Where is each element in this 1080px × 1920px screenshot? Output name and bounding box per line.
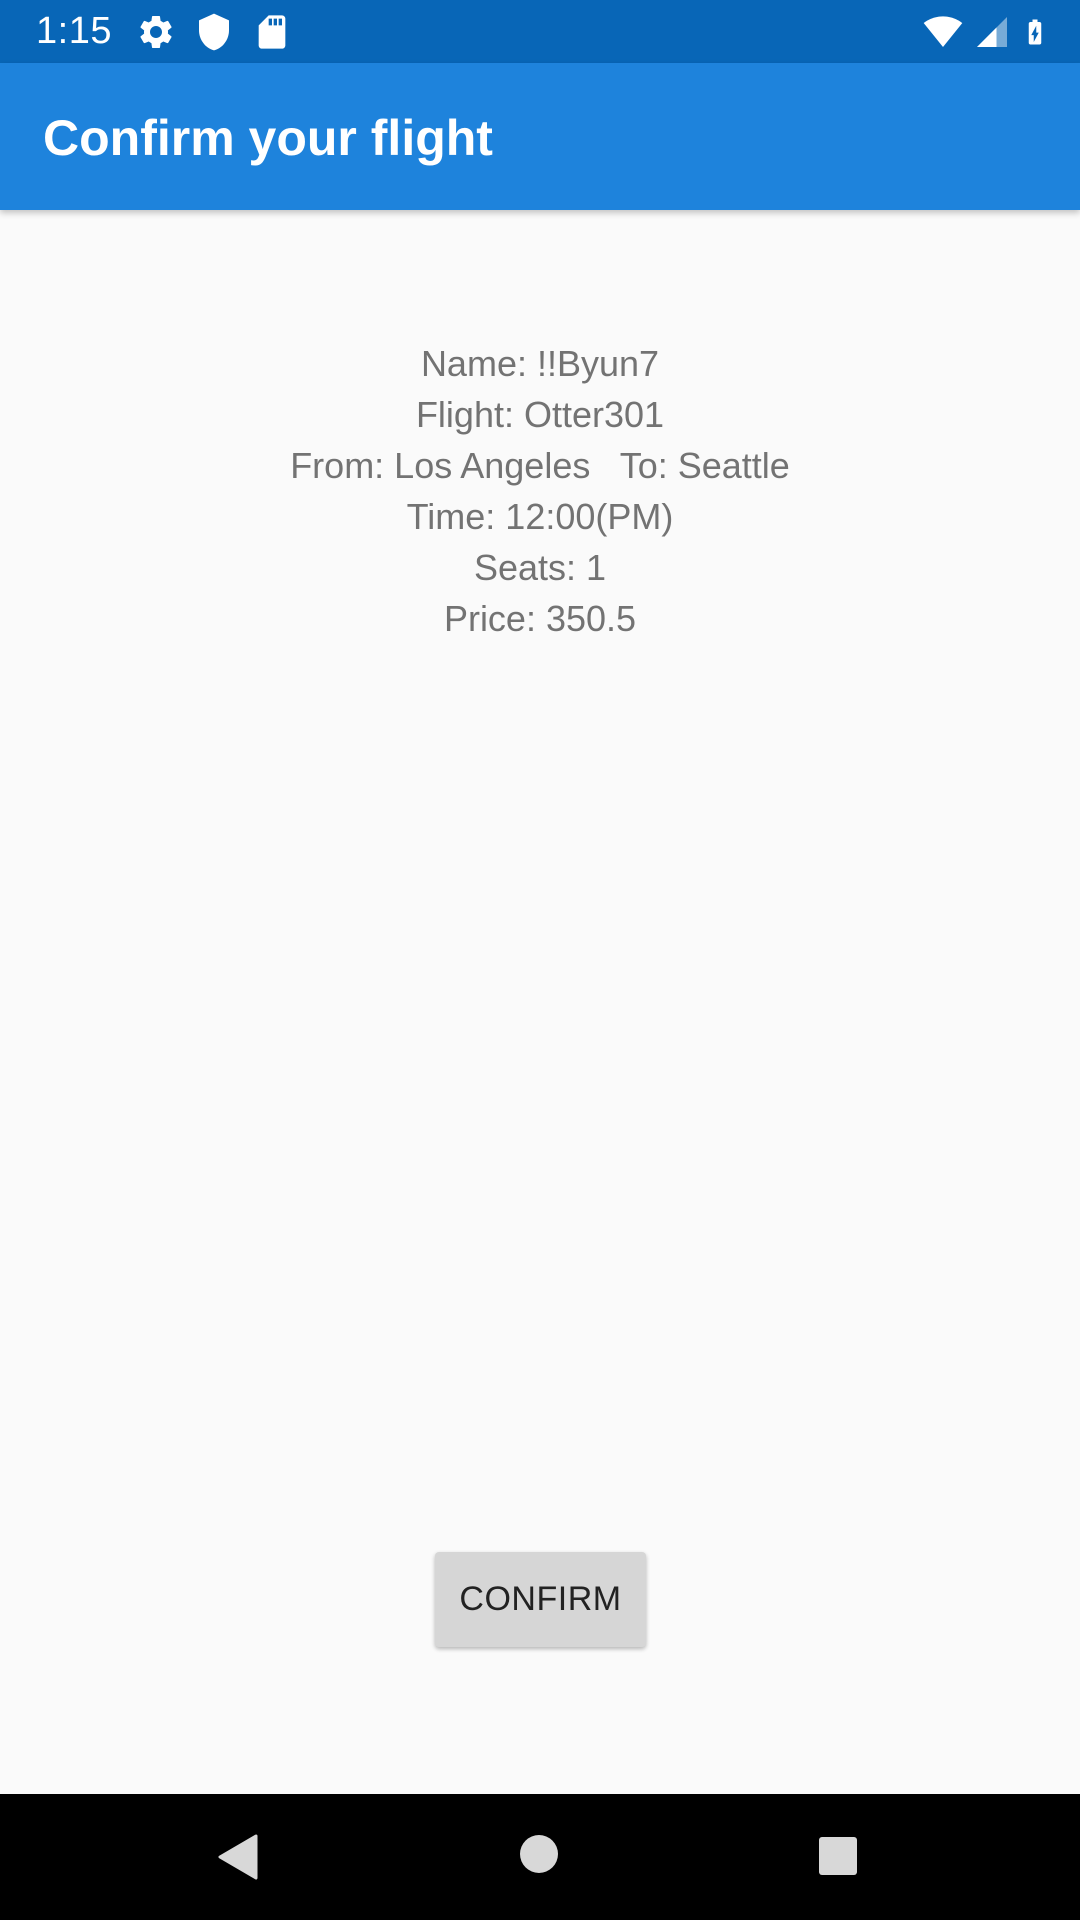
status-time: 1:15 bbox=[36, 10, 112, 52]
page-title: Confirm your flight bbox=[43, 110, 493, 166]
flight-price: Price: 350.5 bbox=[443, 598, 637, 639]
cell-signal-icon bbox=[977, 17, 1007, 47]
home-icon[interactable] bbox=[518, 1833, 560, 1875]
back-icon[interactable] bbox=[216, 1834, 260, 1880]
flight-time: Time: 12:00(PM) bbox=[406, 496, 674, 537]
sd-card-icon bbox=[258, 15, 286, 49]
app-bar: Confirm your flight bbox=[0, 63, 1080, 210]
recents-icon[interactable] bbox=[818, 1836, 858, 1876]
status-system-icons bbox=[912, 12, 1050, 52]
confirm-button[interactable]: CONFIRM bbox=[435, 1552, 646, 1647]
navigation-bar bbox=[0, 1794, 1080, 1920]
wifi-icon bbox=[923, 16, 963, 47]
battery-charging-icon bbox=[1028, 19, 1042, 45]
flight-details: Name: !!Byun7 Flight: Otter301 From: Los… bbox=[0, 338, 1080, 644]
screen: 1:15 Confirm your flight Name: !!Byun7 F… bbox=[0, 0, 1080, 1920]
flight-number: Flight: Otter301 bbox=[415, 394, 665, 435]
status-bar: 1:15 bbox=[0, 0, 1080, 63]
shield-icon bbox=[199, 13, 229, 51]
flight-route: From: Los Angeles To: Seattle bbox=[290, 445, 790, 486]
settings-icon bbox=[140, 15, 172, 48]
passenger-name: Name: !!Byun7 bbox=[420, 343, 660, 384]
status-notification-icons bbox=[136, 12, 310, 52]
seat-count: Seats: 1 bbox=[473, 547, 607, 588]
